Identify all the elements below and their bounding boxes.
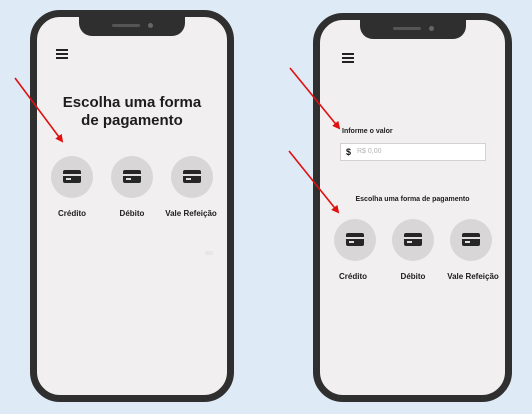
debit-option-label[interactable]: Débito bbox=[383, 272, 443, 281]
phone-mockup-left: Escolha uma forma de pagamento Crédito D… bbox=[30, 10, 234, 402]
meal-voucher-option-button[interactable] bbox=[450, 219, 492, 261]
value-field-label: Informe o valor bbox=[342, 128, 393, 135]
credit-option-button[interactable] bbox=[51, 156, 93, 198]
decorative-mark bbox=[205, 251, 213, 255]
credit-card-icon bbox=[183, 170, 201, 183]
value-input[interactable]: $ R$ 0,00 bbox=[340, 143, 486, 161]
meal-voucher-option-label[interactable]: Vale Refeição bbox=[443, 272, 503, 281]
credit-option-label[interactable]: Crédito bbox=[323, 272, 383, 281]
debit-option-button[interactable] bbox=[392, 219, 434, 261]
speaker-icon bbox=[112, 24, 140, 27]
meal-voucher-option-button[interactable] bbox=[171, 156, 213, 198]
phone-mockup-right: Informe o valor $ R$ 0,00 Escolha uma fo… bbox=[313, 13, 512, 402]
title-line-2: de pagamento bbox=[81, 112, 183, 129]
phone-notch bbox=[359, 19, 466, 39]
credit-card-icon bbox=[462, 233, 480, 246]
phone-notch bbox=[79, 16, 185, 36]
hamburger-menu-icon[interactable] bbox=[56, 49, 68, 59]
credit-card-icon bbox=[346, 233, 364, 246]
page-title: Escolha uma forma de pagamento bbox=[37, 94, 227, 130]
camera-icon bbox=[428, 26, 434, 31]
speaker-icon bbox=[392, 27, 421, 30]
credit-card-icon bbox=[63, 170, 81, 183]
value-placeholder: R$ 0,00 bbox=[357, 148, 382, 155]
hamburger-menu-icon[interactable] bbox=[342, 53, 354, 63]
debit-option-label[interactable]: Débito bbox=[102, 209, 162, 218]
payment-section-label: Escolha uma forma de pagamento bbox=[355, 196, 470, 203]
meal-voucher-option-label[interactable]: Vale Refeição bbox=[161, 209, 221, 218]
credit-option-label[interactable]: Crédito bbox=[42, 209, 102, 218]
currency-symbol: $ bbox=[346, 147, 352, 157]
camera-icon bbox=[148, 23, 153, 28]
debit-option-button[interactable] bbox=[111, 156, 153, 198]
credit-card-icon bbox=[123, 170, 141, 183]
credit-card-icon bbox=[404, 233, 422, 246]
title-line-1: Escolha uma forma bbox=[62, 94, 202, 111]
credit-option-button[interactable] bbox=[334, 219, 376, 261]
